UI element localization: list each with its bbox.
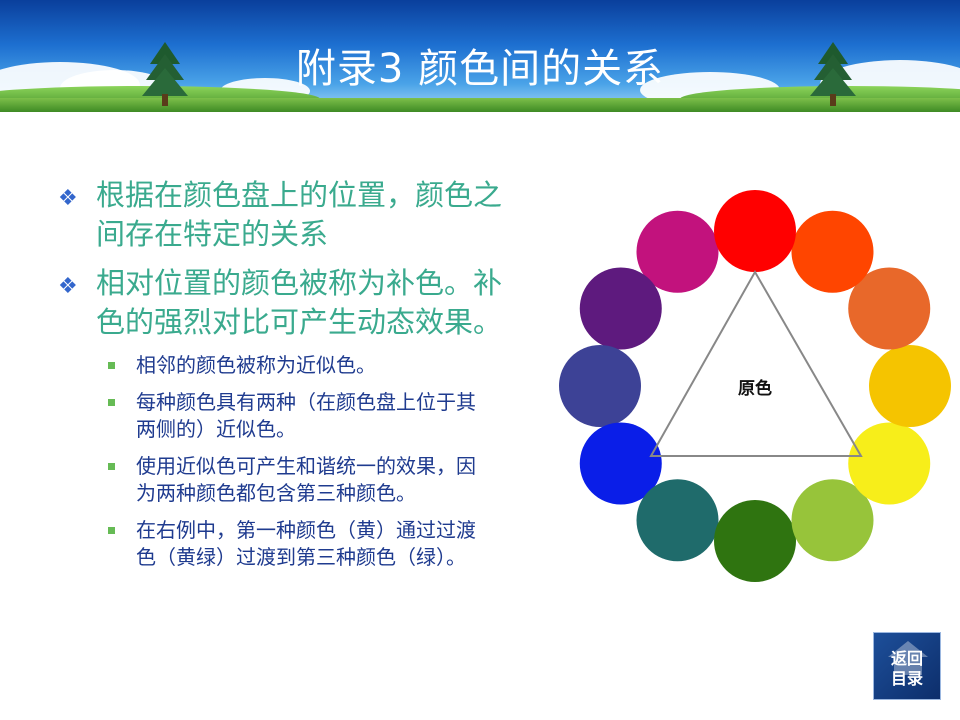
return-to-contents-button[interactable]: 返回 目录 xyxy=(873,632,941,700)
sub-bullet-line: 两侧的）近似色。 xyxy=(136,417,296,441)
bullet-line: 相对位置的颜色被称为补色。补 xyxy=(96,266,503,300)
bullet-line: 间存在特定的关系 xyxy=(96,217,329,251)
sub-bullet-line: 色（黄绿）过渡到第三种颜色（绿）。 xyxy=(136,545,466,569)
sub-bullet-item: 使用近似色可产生和谐统一的效果，因 为两种颜色都包含第三种颜色。 xyxy=(58,453,558,507)
color-swatch xyxy=(714,190,796,272)
color-swatch xyxy=(869,345,951,427)
sub-bullet-line: 使用近似色可产生和谐统一的效果，因 xyxy=(136,454,476,478)
bullet-item: ❖ 相对位置的颜色被称为补色。补 色的强烈对比可产生动态效果。 xyxy=(58,264,558,342)
square-bullet-icon xyxy=(108,463,115,470)
diamond-bullet-icon: ❖ xyxy=(58,186,78,211)
page-title: 附录3 颜色间的关系 xyxy=(295,46,665,92)
color-swatch xyxy=(579,267,662,350)
color-swatch xyxy=(714,500,796,582)
wheel-center-label: 原色 xyxy=(738,378,772,399)
square-bullet-icon xyxy=(108,399,115,406)
bullet-line: 色的强烈对比可产生动态效果。 xyxy=(96,305,503,339)
bullet-line: 根据在颜色盘上的位置，颜色之 xyxy=(96,178,503,212)
return-label-line: 目录 xyxy=(890,669,923,688)
color-swatch xyxy=(848,422,931,505)
sub-bullet-line: 相邻的颜色被称为近似色。 xyxy=(136,353,376,377)
bullet-item: ❖ 根据在颜色盘上的位置，颜色之 间存在特定的关系 xyxy=(58,176,558,254)
color-swatch xyxy=(636,479,719,562)
sub-bullet-item: 在右例中，第一种颜色（黄）通过过渡 色（黄绿）过渡到第三种颜色（绿）。 xyxy=(58,517,558,571)
square-bullet-icon xyxy=(108,527,115,534)
sub-bullet-item: 每种颜色具有两种（在颜色盘上位于其 两侧的）近似色。 xyxy=(58,389,558,443)
sub-bullet-item: 相邻的颜色被称为近似色。 xyxy=(58,352,558,379)
color-wheel-diagram: 原色 xyxy=(559,190,951,582)
primary-triangle xyxy=(649,269,863,457)
color-swatch xyxy=(559,345,641,427)
return-button-label: 返回 目录 xyxy=(874,649,940,689)
header-banner: 附录3 颜色间的关系 xyxy=(0,0,960,112)
return-label-line: 返回 xyxy=(890,649,923,668)
sub-bullet-line: 每种颜色具有两种（在颜色盘上位于其 xyxy=(136,390,476,414)
sub-bullet-line: 为两种颜色都包含第三种颜色。 xyxy=(136,481,416,505)
diamond-bullet-icon: ❖ xyxy=(58,274,78,299)
bullet-list: ❖ 根据在颜色盘上的位置，颜色之 间存在特定的关系 ❖ 相对位置的颜色被称为补色… xyxy=(58,176,558,581)
sub-bullet-line: 在右例中，第一种颜色（黄）通过过渡 xyxy=(136,518,476,542)
square-bullet-icon xyxy=(108,362,115,369)
color-swatch xyxy=(791,210,874,293)
